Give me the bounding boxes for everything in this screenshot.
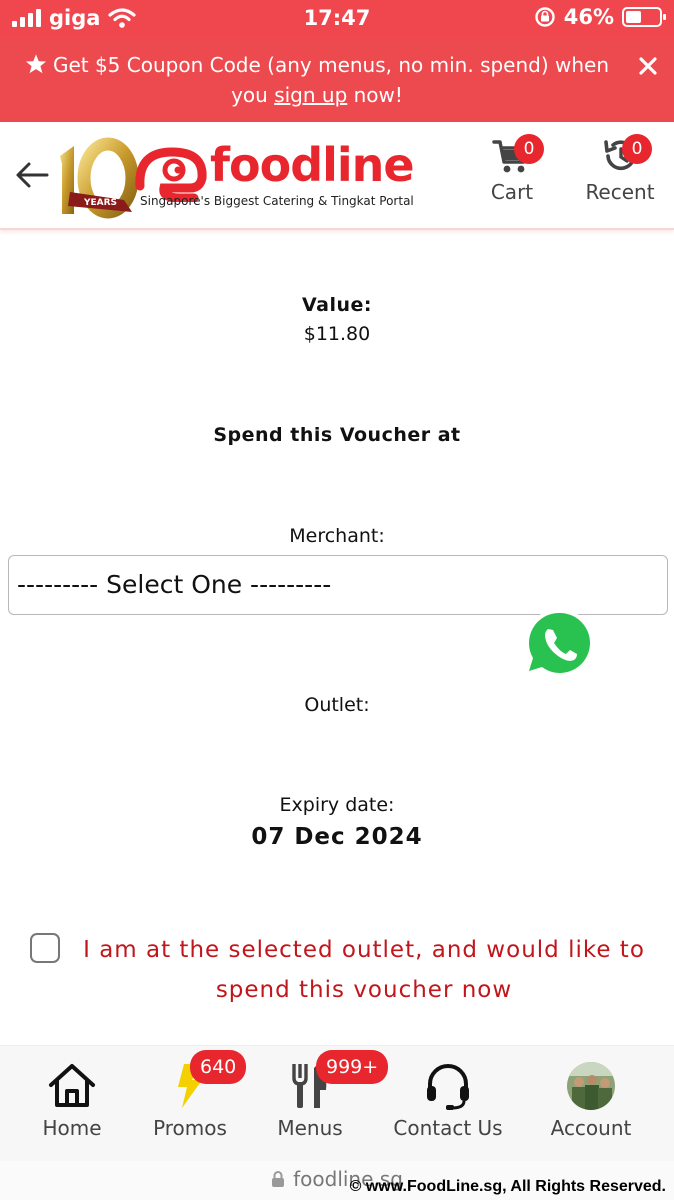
rotation-lock-icon: [535, 7, 555, 27]
recent-count-badge: 0: [622, 134, 652, 164]
menus-count-badge: 999+: [316, 1050, 389, 1084]
lock-icon: [272, 1171, 285, 1187]
nav-promos[interactable]: Promos 640: [148, 1050, 247, 1140]
promo-banner: Get $5 Coupon Code (any menus, no min. s…: [0, 38, 674, 122]
nav-promos-label: Promos: [153, 1116, 227, 1140]
star-icon: [25, 54, 47, 74]
app-header: YEARS foodline Singapore's Biggest Cater…: [0, 122, 674, 230]
signup-link[interactable]: sign up: [274, 83, 347, 107]
headset-icon: [427, 1064, 469, 1110]
recent-label: Recent: [585, 180, 655, 204]
nav-menus[interactable]: Menus 999+: [274, 1050, 389, 1140]
whatsapp-icon[interactable]: [518, 603, 600, 685]
ten-years-logo: YEARS: [60, 137, 138, 219]
nav-account[interactable]: Account: [546, 1060, 636, 1140]
merchant-label: Merchant:: [289, 525, 385, 547]
battery-percent: 46%: [563, 5, 614, 29]
nav-account-label: Account: [550, 1116, 632, 1140]
outlet-label: Outlet:: [304, 694, 370, 716]
battery-icon: [622, 7, 666, 27]
recent-button[interactable]: Recent 0: [582, 134, 658, 204]
home-icon: [49, 1064, 95, 1107]
nav-menus-label: Menus: [277, 1116, 343, 1140]
expiry-date: 07 Dec 2024: [251, 824, 423, 850]
status-bar: giga 17:47 46%: [0, 0, 674, 38]
nav-home[interactable]: Home: [38, 1060, 106, 1140]
logo-tagline: Singapore's Biggest Catering & Tingkat P…: [140, 194, 414, 208]
spend-title: Spend this Voucher at: [213, 424, 461, 446]
confirm-checkbox[interactable]: [30, 933, 60, 963]
promo-text-after: now!: [347, 83, 403, 107]
value-amount: $11.80: [303, 323, 371, 345]
nav-contact-label: Contact Us: [393, 1116, 503, 1140]
foodline-logo-text: foodline: [210, 138, 415, 192]
confirm-spend-text[interactable]: I am at the selected outlet, and would l…: [64, 930, 664, 1010]
expiry-label: Expiry date:: [279, 794, 395, 816]
status-right: 46%: [534, 5, 666, 29]
cart-button[interactable]: Cart 0: [488, 134, 544, 204]
cart-label: Cart: [490, 180, 534, 204]
arrow-left-icon[interactable]: [14, 160, 50, 190]
value-label: Value:: [301, 294, 372, 316]
nav-contact-us[interactable]: Contact Us: [392, 1060, 504, 1140]
bottom-nav: Home Promos 640 Menus 999+ Contact Us Ac…: [0, 1045, 674, 1161]
avatar: [567, 1062, 615, 1110]
promos-count-badge: 640: [190, 1050, 247, 1084]
logo-years-text: YEARS: [83, 198, 117, 208]
close-icon[interactable]: [634, 52, 662, 80]
nav-home-label: Home: [42, 1116, 102, 1140]
cart-count-badge: 0: [514, 134, 544, 164]
copyright-watermark: © www.FoodLine.sg, All Rights Reserved.: [349, 1178, 666, 1195]
